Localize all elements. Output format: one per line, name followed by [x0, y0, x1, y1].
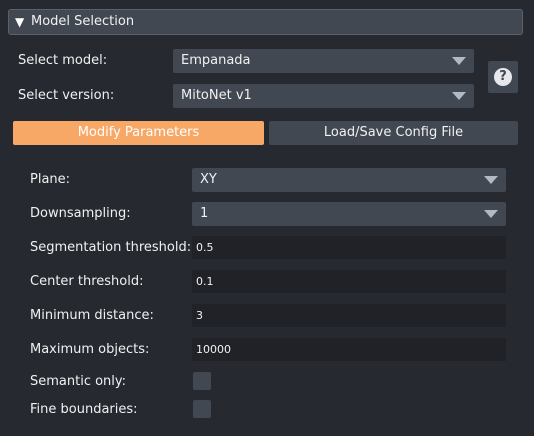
downsampling-select-value: 1 [200, 206, 209, 221]
tab-load-save-config[interactable]: Load/Save Config File [269, 121, 518, 145]
segmentation-threshold-field[interactable]: 0.5 [192, 236, 506, 259]
model-selection-header[interactable]: ▼ Model Selection [8, 9, 523, 35]
fine-boundaries-checkbox[interactable] [193, 400, 211, 418]
fine-boundaries-label: Fine boundaries: [30, 402, 138, 417]
tab-modify-parameters[interactable]: Modify Parameters [13, 121, 264, 145]
chevron-down-icon [484, 210, 498, 218]
minimum-distance-field[interactable]: 3 [192, 304, 506, 327]
help-icon: ? [494, 68, 512, 86]
minimum-distance-label: Minimum distance: [30, 308, 154, 323]
chevron-down-icon [452, 92, 466, 100]
downsampling-select[interactable]: 1 [192, 202, 506, 226]
collapse-triangle-icon[interactable]: ▼ [15, 10, 24, 34]
maximum-objects-field[interactable]: 10000 [192, 338, 506, 361]
help-button[interactable]: ? [488, 61, 518, 93]
section-title: Model Selection [31, 14, 135, 29]
semantic-only-label: Semantic only: [30, 374, 127, 389]
center-threshold-field[interactable]: 0.1 [192, 270, 506, 293]
chevron-down-icon [484, 176, 498, 184]
select-version-label: Select version: [18, 88, 115, 103]
downsampling-label: Downsampling: [30, 206, 131, 221]
plane-label: Plane: [30, 172, 71, 187]
model-select-value: Empanada [181, 53, 251, 68]
maximum-objects-label: Maximum objects: [30, 342, 150, 357]
segmentation-threshold-label: Segmentation threshold: [30, 240, 192, 255]
semantic-only-checkbox[interactable] [193, 372, 211, 390]
select-model-label: Select model: [18, 53, 108, 68]
version-select-value: MitoNet v1 [181, 88, 252, 103]
plane-select-value: XY [200, 172, 217, 187]
plane-select[interactable]: XY [192, 168, 506, 192]
version-select[interactable]: MitoNet v1 [173, 84, 474, 108]
chevron-down-icon [452, 57, 466, 65]
model-select[interactable]: Empanada [173, 49, 474, 73]
center-threshold-label: Center threshold: [30, 274, 144, 289]
